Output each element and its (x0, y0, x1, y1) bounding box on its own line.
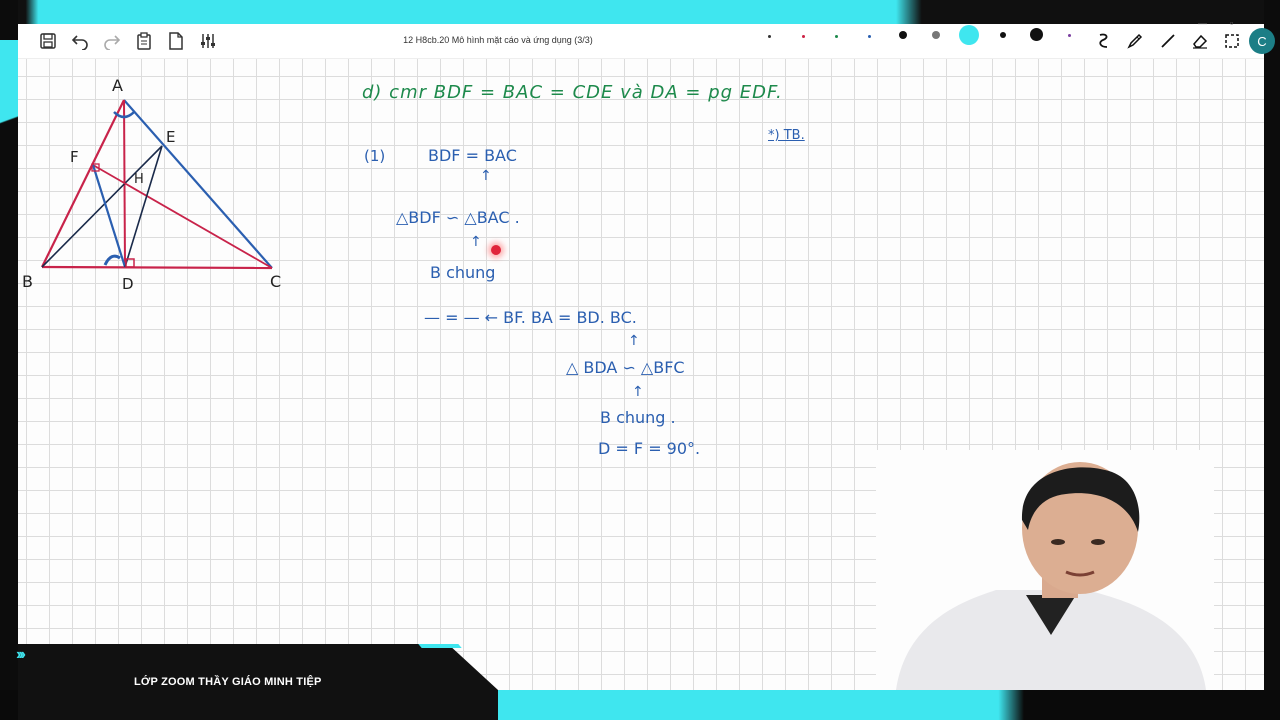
step-bullet: (1) (364, 147, 386, 165)
similar-triangles-1: △BDF ∽ △BAC . (396, 208, 520, 227)
arrow-up-4: ↑ (632, 384, 644, 400)
side-note: *) TB. (768, 128, 805, 143)
lower-third-accent (418, 644, 462, 648)
vertex-c-label: C (270, 272, 282, 291)
vertex-d-label: D (122, 275, 134, 293)
common-angle-b-1: B chung (430, 263, 496, 282)
common-angle-b-2: B chung . (600, 408, 676, 427)
vertex-b-label: B (22, 272, 33, 291)
right-angles: D = F = 90°. (598, 439, 701, 458)
laser-pointer (491, 245, 501, 255)
channel-caption: LỚP ZOOM THẦY GIÁO MINH TIỆP (134, 676, 322, 688)
vertex-e-label: E (166, 128, 176, 146)
similar-triangles-2: △ BDA ∽ △BFC (566, 358, 685, 377)
chevrons-icon: ››› (16, 646, 26, 663)
arrow-up-2: ↑ (470, 234, 482, 250)
step-claim: BDF = BAC (428, 146, 517, 165)
webcam-feed (876, 450, 1214, 690)
side-ac (123, 99, 273, 269)
arrow-up-3: ↑ (628, 333, 640, 349)
vertex-f-label: F (70, 148, 79, 166)
vertex-h-label: H (134, 172, 144, 187)
side-bc (41, 265, 273, 270)
ratio-relation: — = — ← BF. BA = BD. BC. (424, 308, 637, 327)
arrow-up-1: ↑ (480, 168, 492, 184)
angle-d-mark (103, 254, 121, 266)
side-ab (41, 99, 125, 268)
problem-statement: d) cmr BDF = BAC = CDE và DA = pg EDF. (362, 82, 783, 103)
vertex-a-label: A (112, 76, 123, 95)
